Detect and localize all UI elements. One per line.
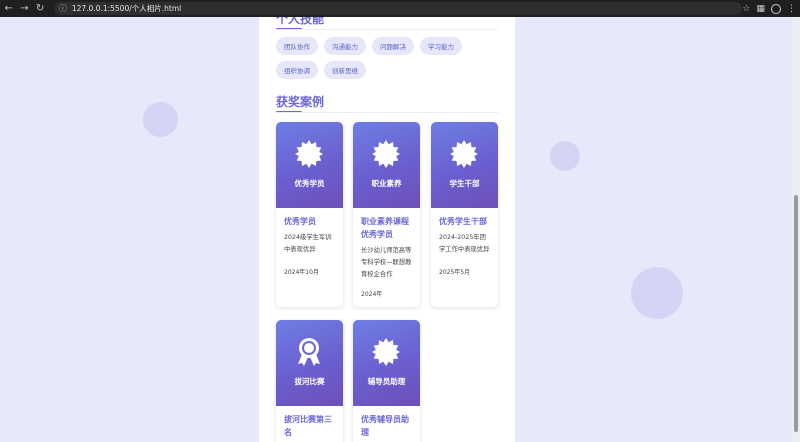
skill-tag: 问题解决 — [372, 37, 414, 55]
award-title: 优秀学生干部 — [439, 217, 487, 226]
award-description: 2024-2025年团学工作中表现优异 — [439, 234, 490, 253]
award-card[interactable]: 职业素养 职业素养课程优秀学员 长沙幼儿师范高等专科学校—联想教育校企合作 20… — [353, 122, 420, 307]
skills-title: 个人技能 — [276, 17, 325, 26]
award-date: 2024年10月 — [284, 269, 319, 276]
award-description: 长沙幼儿师范高等专科学校—联想教育校企合作 — [361, 247, 412, 278]
award-card[interactable]: 优秀学员 优秀学员 2024级学生军训中表现优异 2024年10月 — [276, 122, 343, 307]
page-scrollbar[interactable] — [792, 17, 800, 442]
award-title: 优秀学员 — [284, 217, 316, 226]
skill-tag: 创新思维 — [324, 61, 366, 79]
reload-icon[interactable]: ↻ — [34, 3, 46, 14]
extensions-icon[interactable]: ▦ — [757, 4, 766, 14]
menu-icon[interactable]: ⋮ — [787, 4, 796, 14]
award-date: 2024年 — [361, 291, 383, 298]
award-date: 2025年5月 — [439, 269, 471, 276]
award-card[interactable]: 辅导员助理 优秀辅导员助理 — [353, 320, 420, 442]
award-banner-label: 学生干部 — [449, 179, 480, 188]
badge-icon — [372, 338, 400, 366]
back-icon[interactable]: ← — [3, 3, 15, 14]
medal-icon — [298, 338, 320, 366]
skill-tag: 组织协调 — [276, 61, 318, 79]
badge-icon — [295, 140, 323, 168]
award-title: 优秀辅导员助理 — [361, 415, 409, 437]
award-title: 拔河比赛第三名 — [284, 415, 332, 437]
award-banner-label: 职业素养 — [371, 179, 402, 188]
badge-icon — [372, 140, 400, 168]
skill-tag: 团队协作 — [276, 37, 318, 55]
award-card[interactable]: 拔河比赛 拔河比赛第三名 — [276, 320, 343, 442]
awards-title: 获奖案例 — [276, 95, 325, 109]
award-banner: 职业素养 — [353, 122, 420, 208]
award-banner: 优秀学员 — [276, 122, 343, 208]
address-bar[interactable]: ⓘ 127.0.0.1:5500/个人相片.html — [53, 2, 743, 15]
star-icon[interactable]: ☆ — [742, 4, 750, 14]
address-url: 127.0.0.1:5500/个人相片.html — [71, 4, 182, 13]
decor-circle — [631, 267, 683, 319]
profile-card: 个人技能 团队协作 沟通能力 问题解决 学习能力 组织协调 创新思维 获奖案例 … — [259, 17, 515, 442]
award-banner-label: 辅导员助理 — [367, 377, 406, 386]
award-banner-label: 优秀学员 — [294, 179, 325, 188]
awards-divider — [276, 112, 498, 113]
award-title: 职业素养课程优秀学员 — [361, 217, 409, 239]
decor-circle — [550, 141, 580, 171]
skill-tag: 学习能力 — [420, 37, 462, 55]
award-description: 2024级学生军训中表现优异 — [284, 234, 332, 253]
forward-icon[interactable]: → — [19, 3, 31, 14]
skills-divider — [276, 29, 498, 30]
site-info-icon[interactable]: ⓘ — [59, 3, 69, 14]
award-banner-label: 拔河比赛 — [294, 377, 325, 386]
decor-circle — [143, 102, 178, 137]
badge-icon — [450, 140, 478, 168]
profile-icon[interactable] — [771, 3, 782, 14]
award-banner: 学生干部 — [431, 122, 498, 208]
scroll-thumb[interactable] — [794, 195, 798, 432]
browser-toolbar: ← → ↻ ⓘ 127.0.0.1:5500/个人相片.html ☆ ▦ ⋮ — [0, 0, 800, 17]
award-banner: 辅导员助理 — [353, 320, 420, 406]
award-card[interactable]: 学生干部 优秀学生干部 2024-2025年团学工作中表现优异 2025年5月 — [431, 122, 498, 307]
skill-tag: 沟通能力 — [324, 37, 366, 55]
award-banner: 拔河比赛 — [276, 320, 343, 406]
